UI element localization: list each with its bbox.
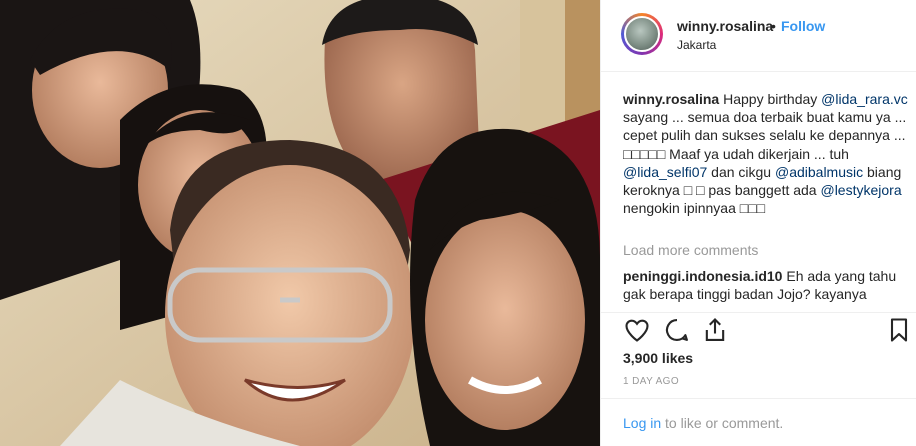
- mention-link[interactable]: @lida_selfi07: [623, 164, 707, 180]
- follow-button[interactable]: Follow: [781, 18, 825, 34]
- caption-text: sayang ... semua doa terbaik buat kamu y…: [623, 109, 907, 162]
- mention-link[interactable]: @lida_rara.vc: [821, 91, 908, 107]
- likes-count[interactable]: 3,900 likes: [623, 350, 693, 366]
- login-prompt: Log in to like or comment.: [623, 415, 783, 431]
- caption-text: dan cikgu: [707, 163, 775, 180]
- caption-text: Happy birthday: [719, 91, 822, 107]
- caption-text: nengokin ipinnyaa □□□: [623, 200, 766, 217]
- avatar-image: [624, 16, 660, 52]
- bookmark-icon[interactable]: [885, 316, 913, 344]
- family-selfie-image: [0, 0, 600, 446]
- load-more-comments-button[interactable]: Load more comments: [623, 242, 758, 258]
- post-username[interactable]: winny.rosalina: [677, 18, 773, 34]
- post-timestamp: 1 DAY AGO: [623, 376, 680, 387]
- login-link[interactable]: Log in: [623, 415, 661, 431]
- comment-icon[interactable]: [663, 316, 691, 344]
- share-icon[interactable]: [701, 316, 729, 344]
- separator-dot: •: [771, 18, 776, 34]
- login-prompt-text: to like or comment.: [661, 415, 784, 431]
- post-header: winny.rosalina • Follow Jakarta: [601, 0, 916, 72]
- login-footer: Log in to like or comment.: [601, 398, 916, 446]
- heart-icon[interactable]: [623, 316, 651, 344]
- post-location[interactable]: Jakarta: [677, 38, 716, 52]
- mention-link[interactable]: @lestykejora: [820, 182, 901, 198]
- avatar[interactable]: [621, 13, 663, 55]
- post-sidebar: winny.rosalina • Follow Jakarta winny.ro…: [600, 0, 916, 446]
- comment-username[interactable]: peninggi.indonesia.id10: [623, 268, 782, 284]
- comment-item: peninggi.indonesia.id10 Eh ada yang tahu…: [623, 267, 909, 303]
- post-photo[interactable]: [0, 0, 600, 446]
- caption: winny.rosalina Happy birthday @lida_rara…: [623, 90, 909, 217]
- actions-divider: [601, 312, 916, 313]
- mention-link[interactable]: @adibalmusic: [775, 164, 863, 180]
- instagram-post: winny.rosalina • Follow Jakarta winny.ro…: [0, 0, 916, 446]
- caption-username[interactable]: winny.rosalina: [623, 91, 719, 107]
